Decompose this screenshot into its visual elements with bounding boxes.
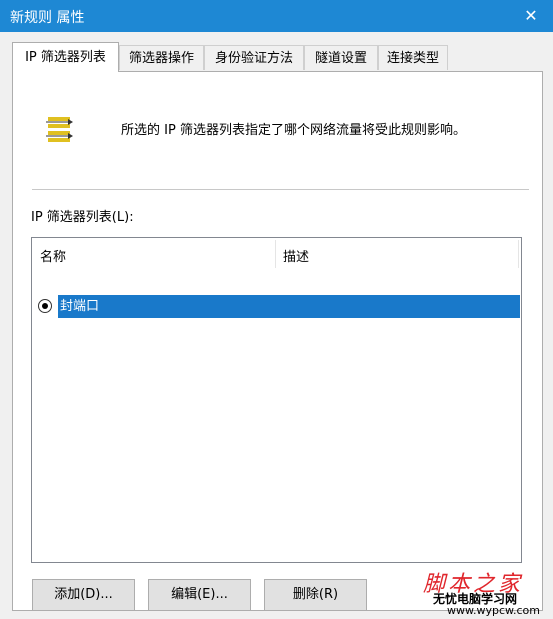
add-button[interactable]: 添加(D)... — [32, 579, 135, 611]
tab-tunnel-settings[interactable]: 隧道设置 — [304, 45, 378, 70]
close-button[interactable]: ✕ — [509, 0, 553, 32]
tab-authentication-methods[interactable]: 身份验证方法 — [204, 45, 304, 70]
filter-list-label: IP 筛选器列表(L): — [31, 210, 134, 225]
watermark-site-url: www.wypcw.com — [447, 604, 540, 617]
row-radio-button[interactable] — [38, 299, 52, 313]
column-divider[interactable] — [518, 240, 519, 268]
filter-list-icon — [46, 117, 73, 142]
window-title: 新规则 属性 — [10, 10, 85, 26]
row-name-cell: 封端口 — [60, 299, 100, 314]
column-header-name[interactable]: 名称 — [40, 246, 66, 265]
column-divider[interactable] — [275, 240, 276, 268]
table-row[interactable]: 封端口 — [58, 295, 520, 318]
filter-list-view[interactable]: 名称 描述 封端口 — [31, 237, 522, 563]
title-bar: 新规则 属性 ✕ — [0, 0, 553, 32]
tab-connection-type[interactable]: 连接类型 — [378, 45, 448, 70]
separator — [32, 189, 529, 190]
tab-filter-action[interactable]: 筛选器操作 — [119, 45, 204, 70]
column-header-description[interactable]: 描述 — [283, 246, 309, 265]
edit-button[interactable]: 编辑(E)... — [148, 579, 251, 611]
description-text: 所选的 IP 筛选器列表指定了哪个网络流量将受此规则影响。 — [121, 123, 466, 138]
tab-ip-filter-list[interactable]: IP 筛选器列表 — [12, 42, 119, 72]
remove-button[interactable]: 删除(R) — [264, 579, 367, 611]
